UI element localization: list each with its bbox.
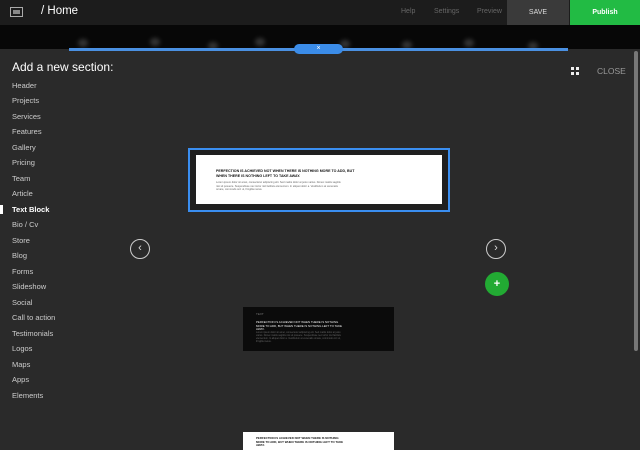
close-insert-button[interactable]: × [294, 44, 343, 54]
panel-heading: Add a new section: [12, 60, 114, 74]
sidebar-item-call-to-action[interactable]: Call to action [12, 313, 55, 322]
grid-icon[interactable] [571, 67, 579, 75]
thumbnail-body: Lorem ipsum dolor sit amet, consectetur … [256, 331, 341, 343]
close-button[interactable]: CLOSE [597, 66, 626, 76]
sidebar-item-elements[interactable]: Elements [12, 391, 43, 400]
settings-link[interactable]: Settings [434, 8, 459, 15]
sidebar-item-apps[interactable]: Apps [12, 375, 29, 384]
text-block-preview[interactable]: PERFECTION IS ACHIEVED NOT WHEN THERE IS… [196, 155, 442, 204]
chevron-right-icon[interactable]: › [486, 239, 506, 259]
sidebar-item-store[interactable]: Store [12, 236, 30, 245]
template-thumbnail-light[interactable]: PERFECTION IS ACHIEVED NOT WHEN THERE IS… [243, 432, 394, 450]
preview-headline: PERFECTION IS ACHIEVED NOT WHEN THERE IS… [216, 169, 355, 178]
sidebar-item-article[interactable]: Article [12, 189, 33, 198]
logo-icon[interactable] [10, 7, 23, 17]
save-button[interactable]: SAVE [507, 0, 569, 25]
thumbnail-headline: PERFECTION IS ACHIEVED NOT WHEN THERE IS… [256, 436, 344, 448]
sidebar-item-maps[interactable]: Maps [12, 360, 30, 369]
sidebar-item-pricing[interactable]: Pricing [12, 158, 35, 167]
sidebar-item-testimonials[interactable]: Testimonials [12, 329, 53, 338]
help-link[interactable]: Help [401, 8, 415, 15]
sidebar-item-text-block[interactable]: Text Block [0, 205, 49, 214]
scrollbar[interactable] [634, 51, 638, 351]
page-title: / Home [41, 5, 79, 17]
chevron-left-icon[interactable]: ‹ [130, 239, 150, 259]
sidebar-item-services[interactable]: Services [12, 112, 41, 121]
top-bar: / Home Help Settings Preview SAVE Publis… [0, 0, 640, 25]
preview-body: Lorem ipsum dolor sit amet, consectetur … [216, 181, 341, 191]
publish-button[interactable]: Publish [570, 0, 640, 25]
sidebar-item-features[interactable]: Features [12, 127, 42, 136]
sidebar-item-bio-cv[interactable]: Bio / Cv [12, 220, 38, 229]
sidebar-item-gallery[interactable]: Gallery [12, 143, 36, 152]
sidebar-item-blog[interactable]: Blog [12, 251, 27, 260]
sidebar-item-team[interactable]: Team [12, 174, 30, 183]
sidebar-item-social[interactable]: Social [12, 298, 32, 307]
sidebar-item-logos[interactable]: Logos [12, 344, 32, 353]
preview-link[interactable]: Preview [477, 8, 502, 15]
sidebar-item-projects[interactable]: Projects [12, 96, 39, 105]
template-thumbnail-dark[interactable]: TEXT PERFECTION IS ACHIEVED NOT WHEN THE… [243, 307, 394, 351]
sidebar-item-header[interactable]: Header [12, 81, 37, 90]
add-section-button[interactable]: + [485, 272, 509, 296]
thumbnail-label: TEXT [256, 312, 264, 316]
sidebar-item-forms[interactable]: Forms [12, 267, 33, 276]
sidebar-item-slideshow[interactable]: Slideshow [12, 282, 46, 291]
